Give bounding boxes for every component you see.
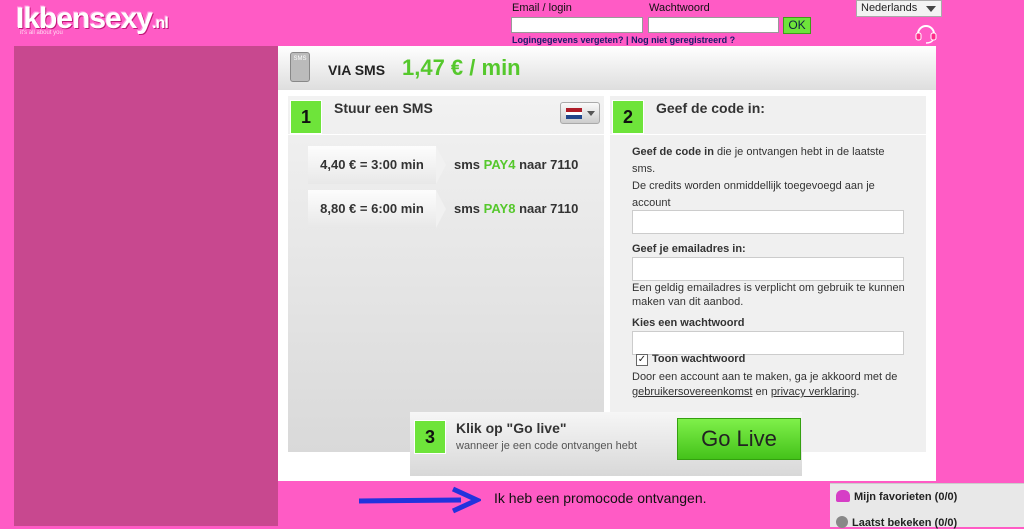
sms-option-price: 8,80 € = 6:00 min [308, 190, 446, 228]
sms-shortcode: naar 7110 [519, 157, 579, 172]
payment-panel: SMS VIA SMS 1,47 € / min 1 Stuur een SMS… [278, 46, 936, 481]
register-link[interactable]: Nog niet geregistreerd ? [631, 35, 735, 45]
price-per-minute: 1,47 € / min [402, 55, 521, 80]
code-label-bold: Geef de code in [632, 146, 714, 158]
sms-prefix: sms [454, 201, 481, 216]
favorites-label: Mijn favorieten (0/0) [854, 491, 958, 503]
email-hint: Een geldig emailadres is verplicht om ge… [632, 282, 905, 308]
headset-icon[interactable] [914, 22, 938, 44]
password-label: Wachtwoord [649, 2, 710, 14]
payment-header: SMS VIA SMS 1,47 € / min [278, 46, 936, 90]
sms-keyword: PAY8 [483, 201, 516, 216]
divider [288, 134, 604, 135]
terms-and: en [752, 386, 771, 398]
clock-icon [836, 516, 848, 528]
email-login-label: Email / login [512, 2, 572, 14]
step3-section: 3 Klik op "Go live" wanneer je een code … [410, 412, 802, 476]
recently-viewed-link[interactable]: Laatst bekeken (0/0) [836, 516, 957, 529]
sms-option-1[interactable]: 4,40 € = 3:00 min sms PAY4 naar 7110 [308, 146, 598, 184]
email-field[interactable] [632, 257, 904, 281]
sms-option-2[interactable]: 8,80 € = 6:00 min sms PAY8 naar 7110 [308, 190, 598, 228]
divider [610, 134, 926, 135]
login-ok-button[interactable]: OK [783, 17, 811, 34]
arrow-right-icon [358, 486, 481, 514]
code-hint: De credits worden onmiddellijk toegevoeg… [632, 180, 875, 209]
country-select[interactable] [560, 102, 600, 124]
sms-prefix: sms [454, 157, 481, 172]
top-bar: Ikbensexy.nl it's all about you Email / … [0, 0, 1024, 46]
via-sms-label: VIA SMS [328, 62, 386, 78]
terms-end: . [856, 386, 860, 398]
show-password-checkbox[interactable]: ✓ [636, 354, 648, 366]
language-select[interactable]: Nederlands [856, 0, 942, 17]
terms-text: Door een account aan te maken, ga je akk… [632, 370, 922, 400]
logo-tagline: it's all about you [20, 30, 63, 36]
code-input[interactable] [632, 210, 904, 234]
step2-number: 2 [612, 100, 644, 134]
show-password-label: Toon wachtwoord [652, 353, 746, 365]
sms-option-price: 4,40 € = 3:00 min [308, 146, 446, 184]
sms-option-instruction: sms PAY8 naar 7110 [454, 201, 578, 216]
sms-shortcode: naar 7110 [519, 201, 579, 216]
email-login-input[interactable] [511, 17, 643, 33]
logo-tld-text: .nl [152, 15, 169, 32]
sms-icon-label: SMS [293, 56, 307, 62]
go-live-button[interactable]: Go Live [677, 418, 801, 460]
sms-option-instruction: sms PAY4 naar 7110 [454, 157, 578, 172]
promo-code-link[interactable]: Ik heb een promocode ontvangen. [494, 490, 707, 506]
step1-section: 1 Stuur een SMS 4,40 € = 3:00 min sms PA… [288, 96, 604, 452]
left-background-band [14, 46, 278, 526]
forgot-credentials-link[interactable]: Logingegevens vergeten? [512, 35, 624, 45]
step2-section: 2 Geef de code in: Geef de code in die j… [610, 96, 926, 452]
step1-number: 1 [290, 100, 322, 134]
sms-phone-icon: SMS [290, 52, 310, 82]
terms-prefix: Door een account aan te maken, ga je akk… [632, 371, 898, 383]
step3-subtitle: wanneer je een code ontvangen hebt [456, 440, 638, 452]
heart-icon [836, 490, 850, 502]
step3-number: 3 [414, 420, 446, 454]
chevron-down-icon [926, 6, 936, 12]
password-input[interactable] [648, 17, 779, 33]
chevron-down-icon [587, 111, 595, 116]
email-label: Geef je emailadres in: [632, 241, 746, 258]
sidebar-box: Mijn favorieten (0/0) Laatst bekeken (0/… [830, 483, 1024, 529]
step2-title: Geef de code in: [656, 100, 765, 116]
login-links: Logingegevens vergeten? | Nog niet gereg… [512, 35, 735, 45]
netherlands-flag-icon [566, 108, 582, 119]
password-choose-text: Kies een wachtwoord [632, 317, 745, 329]
step3-title: Klik op "Go live" [456, 420, 567, 436]
language-selected: Nederlands [861, 2, 918, 14]
link-separator: | [626, 35, 629, 45]
new-password-input[interactable] [632, 331, 904, 355]
code-label: Geef de code in die je ontvangen hebt in… [632, 144, 908, 212]
step1-title: Stuur een SMS [334, 100, 433, 116]
email-label-text: Geef je emailadres in: [632, 243, 746, 255]
sms-keyword: PAY4 [483, 157, 516, 172]
recently-viewed-label: Laatst bekeken (0/0) [852, 517, 958, 529]
privacy-statement-link[interactable]: privacy verklaring [771, 386, 857, 398]
password-choose-label: Kies een wachtwoord [632, 315, 744, 332]
user-agreement-link[interactable]: gebruikersovereenkomst [632, 386, 752, 398]
favorites-link[interactable]: Mijn favorieten (0/0) [836, 490, 957, 503]
